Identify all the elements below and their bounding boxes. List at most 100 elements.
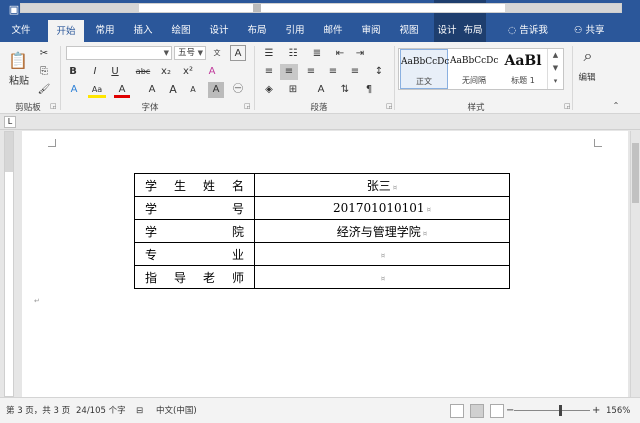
value-cell[interactable]: 经济与管理学院 ¤	[254, 219, 510, 243]
italic-button[interactable]: I	[88, 64, 102, 80]
tab-table-design[interactable]: 设计	[434, 20, 460, 42]
print-layout-icon[interactable]	[470, 404, 484, 418]
label-cell[interactable]: 指导 老 师	[134, 265, 255, 289]
align-right-icon[interactable]: ≡	[302, 64, 320, 80]
multilevel-list-icon[interactable]: ≣	[308, 46, 326, 62]
sort-icon[interactable]: ⇅	[336, 82, 354, 98]
vertical-ruler[interactable]	[4, 131, 14, 397]
style-no-spacing[interactable]: AaBbCcDc 无间隔	[450, 49, 498, 89]
superscript-button[interactable]: x²	[180, 64, 196, 80]
char-shading-icon[interactable]: A	[208, 82, 224, 98]
collapse-ribbon-icon[interactable]: ⌃	[608, 98, 624, 114]
enclose-char-icon[interactable]: ㊀	[230, 82, 246, 98]
page-count[interactable]: 第 3 页，共 3 页	[6, 398, 70, 423]
clipboard-launcher-icon[interactable]: ◲	[50, 102, 57, 110]
tab-references[interactable]: 引用	[278, 20, 312, 42]
styles-launcher-icon[interactable]: ◲	[564, 102, 571, 110]
scroll-thumb[interactable]	[632, 143, 639, 203]
format-painter-icon[interactable]: 🖌	[36, 82, 52, 98]
style-preview: AaBbCcDc	[450, 56, 499, 66]
chevron-up-icon[interactable]: ▲	[553, 51, 558, 59]
value-cell[interactable]: 张三 ¤	[254, 173, 510, 197]
ruler-column-marker[interactable]	[253, 4, 261, 12]
borders-icon[interactable]: ⊞	[284, 82, 302, 98]
font-name-combo[interactable]: ▼	[66, 46, 172, 60]
tab-file[interactable]: 文件	[4, 20, 38, 42]
label-cell[interactable]: 学号	[134, 196, 255, 220]
font-size-combo[interactable]: 五号 ▼	[174, 46, 206, 60]
more-styles-icon[interactable]: ▾	[554, 77, 558, 85]
underline-button[interactable]: U	[108, 64, 122, 80]
label-char: 专	[145, 247, 158, 262]
strikethrough-button[interactable]: abc	[134, 64, 152, 80]
zoom-slider-thumb[interactable]	[559, 405, 562, 416]
tab-common[interactable]: 常用	[88, 20, 122, 42]
paragraph-launcher-icon[interactable]: ◲	[386, 102, 393, 110]
decrease-indent-icon[interactable]: ⇤	[332, 46, 348, 62]
copy-icon[interactable]: ⎘	[36, 64, 52, 80]
phonetic-guide-icon[interactable]: 文	[208, 45, 226, 61]
tab-home[interactable]: 开始	[48, 20, 84, 42]
distributed-icon[interactable]: ≡	[346, 64, 364, 80]
align-left-icon[interactable]: ≡	[260, 64, 278, 80]
tab-layout[interactable]: 布局	[240, 20, 274, 42]
line-spacing-icon[interactable]: ↕	[370, 64, 388, 80]
chevron-down-icon[interactable]: ▼	[553, 64, 558, 72]
horizontal-ruler[interactable]	[20, 3, 622, 13]
read-mode-icon[interactable]	[450, 404, 464, 418]
cut-icon[interactable]: ✂	[36, 46, 52, 62]
value-cell[interactable]: ¤	[254, 265, 510, 289]
style-heading-1[interactable]: AaBl 标题 1	[500, 49, 546, 89]
bold-button[interactable]: B	[66, 64, 80, 80]
label-cell[interactable]: 专业	[134, 242, 255, 266]
zoom-level[interactable]: 156%	[606, 398, 630, 423]
increase-indent-icon[interactable]: ⇥	[352, 46, 368, 62]
zoom-slider-track[interactable]	[514, 410, 590, 411]
find-icon[interactable]: ⌕	[578, 48, 598, 64]
bullets-icon[interactable]: ☰	[260, 46, 278, 62]
style-normal[interactable]: AaBbCcDc 正文	[400, 49, 449, 89]
change-case-button[interactable]: A	[144, 82, 160, 98]
share-button[interactable]: ⚇ 共享	[574, 20, 605, 42]
clipboard-icon[interactable]: 📋	[6, 48, 30, 74]
tab-view[interactable]: 视图	[392, 20, 426, 42]
highlight-button[interactable]: Aa	[88, 82, 106, 98]
tab-selector-icon[interactable]: L	[4, 116, 16, 128]
styles-scroll[interactable]: ▲ ▼ ▾	[547, 49, 563, 89]
align-center-icon[interactable]: ≡	[280, 64, 298, 80]
font-launcher-icon[interactable]: ◲	[244, 102, 251, 110]
document-page[interactable]: 学生姓名张三 ¤ 学号 201701010101 ¤ 学院经济与管理学院 ¤ 专业 ¤ 指导老师 ¤…	[22, 131, 628, 397]
label-cell[interactable]: 学生 姓 名	[134, 173, 255, 197]
tab-table-layout[interactable]: 布局	[460, 20, 486, 42]
chinese-layout-icon[interactable]: A	[312, 82, 330, 98]
language-indicator[interactable]: 中文(中国)	[156, 398, 197, 423]
label-cell[interactable]: 学院	[134, 219, 255, 243]
value-cell[interactable]: 201701010101 ¤	[254, 196, 510, 220]
paste-button[interactable]: 粘贴	[6, 74, 32, 90]
show-marks-icon[interactable]: ¶	[360, 82, 378, 98]
tell-me-box[interactable]: ◌ 告诉我	[508, 20, 548, 42]
tab-review[interactable]: 审阅	[354, 20, 388, 42]
numbering-icon[interactable]: ☷	[284, 46, 302, 62]
font-color-button[interactable]: A	[114, 82, 130, 98]
justify-icon[interactable]: ≡	[324, 64, 342, 80]
subscript-button[interactable]: x₂	[158, 64, 174, 80]
shading-icon[interactable]: ◈	[260, 82, 278, 98]
text-effects-button[interactable]: A	[66, 82, 82, 98]
tab-draw[interactable]: 绘图	[164, 20, 198, 42]
char-border-icon[interactable]: A	[230, 45, 246, 61]
tab-mailings[interactable]: 邮件	[316, 20, 350, 42]
editing-button[interactable]: 编辑	[572, 70, 602, 86]
word-count[interactable]: 24/105 个字	[76, 398, 126, 423]
info-table[interactable]: 学生姓名张三 ¤ 学号 201701010101 ¤ 学院经济与管理学院 ¤ 专业 ¤ 指导老师 ¤	[134, 173, 510, 289]
clear-formatting-button[interactable]: A	[204, 64, 220, 80]
proofing-icon[interactable]: ⊟	[136, 398, 143, 423]
web-layout-icon[interactable]	[490, 404, 504, 418]
grow-font-button[interactable]: A	[166, 82, 180, 98]
vertical-scrollbar[interactable]	[630, 131, 640, 397]
zoom-in-button[interactable]: +	[592, 398, 600, 423]
tab-insert[interactable]: 插入	[126, 20, 160, 42]
value-cell[interactable]: ¤	[254, 242, 510, 266]
tab-design[interactable]: 设计	[202, 20, 236, 42]
shrink-font-button[interactable]: A	[186, 82, 200, 98]
